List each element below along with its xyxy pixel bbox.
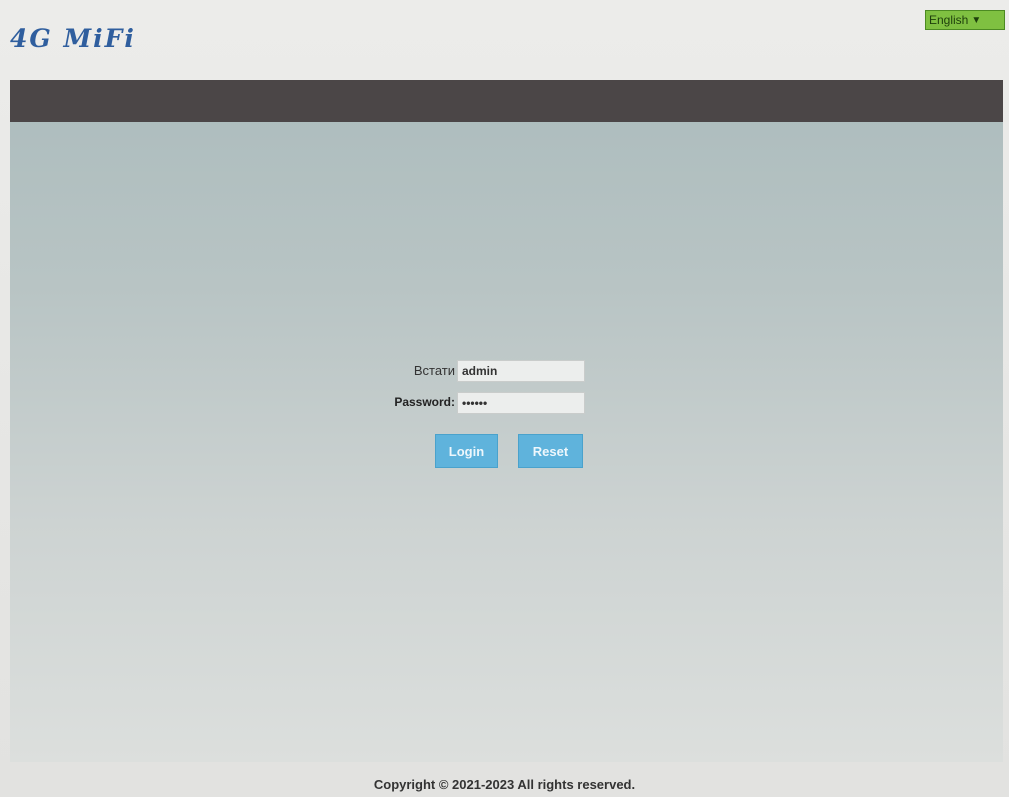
copyright-footer: Copyright © 2021-2023 All rights reserve… (373, 777, 636, 792)
username-input[interactable] (457, 360, 585, 382)
page: 4G MiFi English ▼ Встати Password: Login… (0, 0, 1009, 797)
password-input[interactable] (457, 392, 585, 414)
login-button[interactable]: Login (435, 434, 498, 468)
reset-button[interactable]: Reset (518, 434, 583, 468)
top-bar (10, 80, 1003, 122)
login-form: Встати Password: Login Reset (365, 360, 605, 468)
chevron-down-icon: ▼ (971, 14, 982, 26)
logo: 4G MiFi (10, 24, 136, 53)
password-row: Password: (365, 392, 605, 414)
username-row: Встати (365, 360, 605, 382)
language-select[interactable]: English ▼ (925, 10, 1005, 30)
language-select-value: English (929, 13, 969, 27)
password-label: Password: (394, 395, 455, 409)
username-label: Встати (413, 363, 455, 378)
main-frame: Встати Password: Login Reset (10, 80, 1003, 762)
